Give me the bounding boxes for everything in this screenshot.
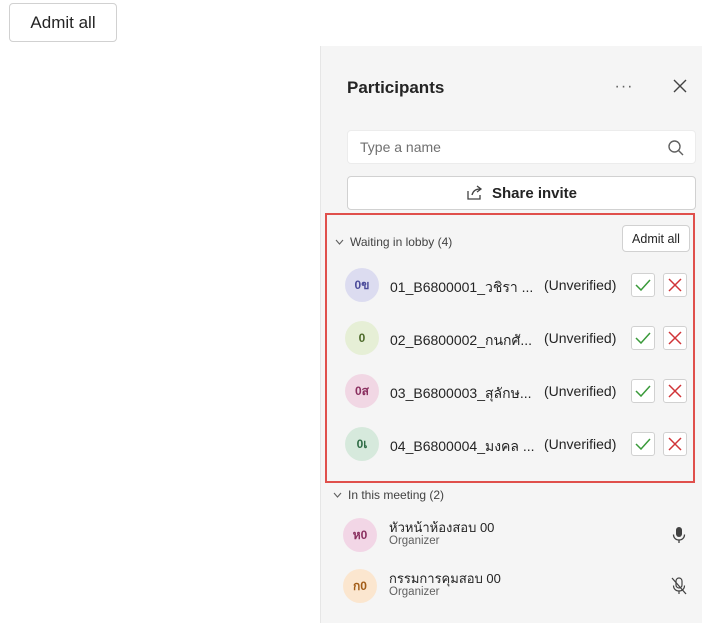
avatar: ก0 xyxy=(343,569,377,603)
checkmark-icon xyxy=(635,385,651,397)
avatar: ห0 xyxy=(343,518,377,552)
deny-button[interactable] xyxy=(663,379,687,403)
close-icon xyxy=(668,278,682,292)
close-icon xyxy=(668,384,682,398)
search-field[interactable] xyxy=(347,130,696,164)
verification-status: (Unverified) xyxy=(544,383,617,399)
admit-button[interactable] xyxy=(631,326,655,350)
microphone-icon[interactable] xyxy=(669,525,689,545)
close-icon xyxy=(668,437,682,451)
panel-title: Participants xyxy=(347,78,445,97)
admit-all-button-top[interactable]: Admit all xyxy=(9,3,117,42)
verification-status: (Unverified) xyxy=(544,330,617,346)
avatar: 0ข xyxy=(345,268,379,302)
verification-status: (Unverified) xyxy=(544,436,617,452)
admit-all-button[interactable]: Admit all xyxy=(622,225,690,252)
participant-role: Organizer xyxy=(389,586,440,598)
microphone-off-icon[interactable] xyxy=(669,576,689,596)
checkmark-icon xyxy=(635,332,651,344)
lobby-row: 0ส 03_B6800003_สุลักษ... (Unverified) xyxy=(345,371,695,411)
checkmark-icon xyxy=(635,438,651,450)
avatar: 0เ xyxy=(345,427,379,461)
participants-panel: Participants ··· Share invite Waiting in… xyxy=(320,46,702,623)
deny-button[interactable] xyxy=(663,432,687,456)
checkmark-icon xyxy=(635,279,651,291)
lobby-row: 0เ 04_B6800004_มงคล ... (Unverified) xyxy=(345,424,695,464)
close-icon[interactable] xyxy=(667,73,693,99)
meeting-row: ห0 หัวหน้าห้องสอบ 00 Organizer xyxy=(343,515,695,555)
lobby-section-toggle[interactable]: Waiting in lobby (4) xyxy=(335,235,452,249)
lobby-row: 0 02_B6800002_กนกศั... (Unverified) xyxy=(345,318,695,358)
verification-status: (Unverified) xyxy=(544,277,617,293)
deny-button[interactable] xyxy=(663,326,687,350)
avatar: 0ส xyxy=(345,374,379,408)
admit-button[interactable] xyxy=(631,379,655,403)
avatar: 0 xyxy=(345,321,379,355)
share-invite-button[interactable]: Share invite xyxy=(347,176,696,210)
search-icon[interactable] xyxy=(667,139,685,157)
lobby-row: 0ข 01_B6800001_วชิรา ... (Unverified) xyxy=(345,265,695,305)
participant-name: 03_B6800003_สุลักษ... xyxy=(390,385,532,401)
lobby-heading: Waiting in lobby (4) xyxy=(350,235,453,249)
participant-name: 02_B6800002_กนกศั... xyxy=(390,332,533,348)
participant-role: Organizer xyxy=(389,535,440,547)
chevron-down-icon xyxy=(333,492,342,498)
meeting-heading: In this meeting (2) xyxy=(348,488,445,502)
search-input[interactable] xyxy=(348,131,658,163)
participant-name: 01_B6800001_วชิรา ... xyxy=(390,279,534,295)
participant-name: 04_B6800004_มงคล ... xyxy=(390,438,535,454)
admit-button[interactable] xyxy=(631,432,655,456)
more-options-icon[interactable]: ··· xyxy=(609,74,639,100)
share-invite-label: Share invite xyxy=(491,184,578,202)
admit-button[interactable] xyxy=(631,273,655,297)
share-icon xyxy=(467,185,483,200)
meeting-section-toggle[interactable]: In this meeting (2) xyxy=(333,488,444,502)
meeting-row: ก0 กรรมการคุมสอบ 00 Organizer xyxy=(343,566,695,606)
close-icon xyxy=(668,331,682,345)
lobby-section: Waiting in lobby (4) Admit all 0ข 01_B68… xyxy=(325,213,695,483)
deny-button[interactable] xyxy=(663,273,687,297)
chevron-down-icon xyxy=(335,239,344,245)
